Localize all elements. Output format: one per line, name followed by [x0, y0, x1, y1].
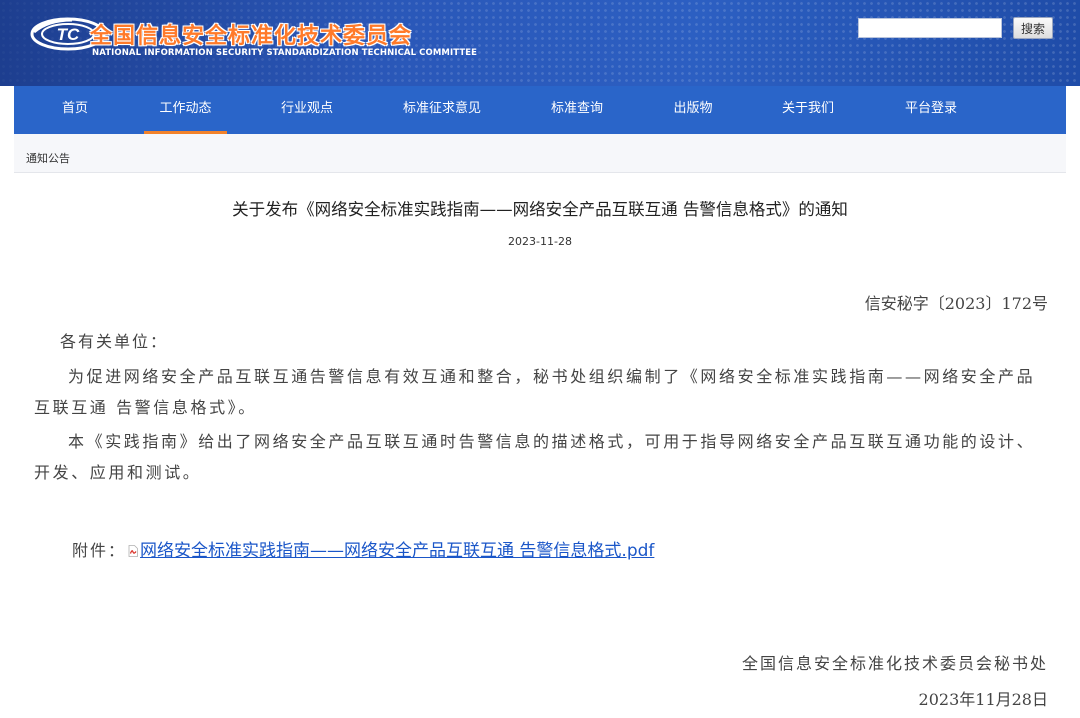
nav-item-platform-login[interactable]: 平台登录: [898, 86, 964, 134]
pdf-file-icon: [128, 545, 138, 557]
search-button[interactable]: 搜索: [1013, 17, 1053, 39]
search-input[interactable]: [858, 18, 1002, 38]
main-nav: 首页 工作动态 行业观点 标准征求意见 标准查询 出版物 关于我们 平台登录: [14, 86, 1066, 134]
attachment-label: 附件：: [72, 541, 127, 560]
nav-item-home[interactable]: 首页: [52, 86, 98, 134]
site-header: TC 全国信息安全标准化技术委员会 NATIONAL INFORMATION S…: [0, 0, 1080, 86]
article-paragraph: 本《实践指南》给出了网络安全产品互联互通时告警信息的描述格式，可用于指导网络安全…: [34, 432, 1036, 482]
nav-item-publications[interactable]: 出版物: [666, 86, 720, 134]
breadcrumb: 通知公告: [14, 134, 1066, 173]
nav-item-standard-comments[interactable]: 标准征求意见: [394, 86, 490, 134]
attachment-row: 附件： 网络安全标准实践指南——网络安全产品互联互通 告警信息格式.pdf: [72, 536, 654, 561]
signature-organization: 全国信息安全标准化技术委员会秘书处: [741, 654, 1048, 673]
signature-date: 2023年11月28日: [918, 690, 1048, 709]
article-date: 2023-11-28: [508, 235, 572, 248]
site-title[interactable]: 全国信息安全标准化技术委员会: [90, 18, 412, 50]
breadcrumb-item-notices[interactable]: 通知公告: [26, 150, 70, 166]
nav-item-industry-views[interactable]: 行业观点: [276, 86, 338, 134]
document-number: 信安秘字〔2023〕172号: [864, 294, 1048, 313]
attachment-pdf-link[interactable]: 网络安全标准实践指南——网络安全产品互联互通 告警信息格式.pdf: [140, 541, 654, 561]
salutation: 各有关单位：: [60, 332, 169, 351]
nav-item-standard-search[interactable]: 标准查询: [542, 86, 612, 134]
article-paragraph: 为促进网络安全产品互联互通告警信息有效互通和整合，秘书处组织编制了《网络安全标准…: [34, 367, 1036, 417]
site-subtitle: NATIONAL INFORMATION SECURITY STANDARDIZ…: [92, 48, 478, 58]
article-title: 关于发布《网络安全标准实践指南——网络安全产品互联互通 告警信息格式》的通知: [232, 200, 848, 219]
nav-item-work-news[interactable]: 工作动态: [144, 86, 227, 134]
logo-text: TC: [57, 25, 80, 44]
nav-item-about-us[interactable]: 关于我们: [776, 86, 840, 134]
